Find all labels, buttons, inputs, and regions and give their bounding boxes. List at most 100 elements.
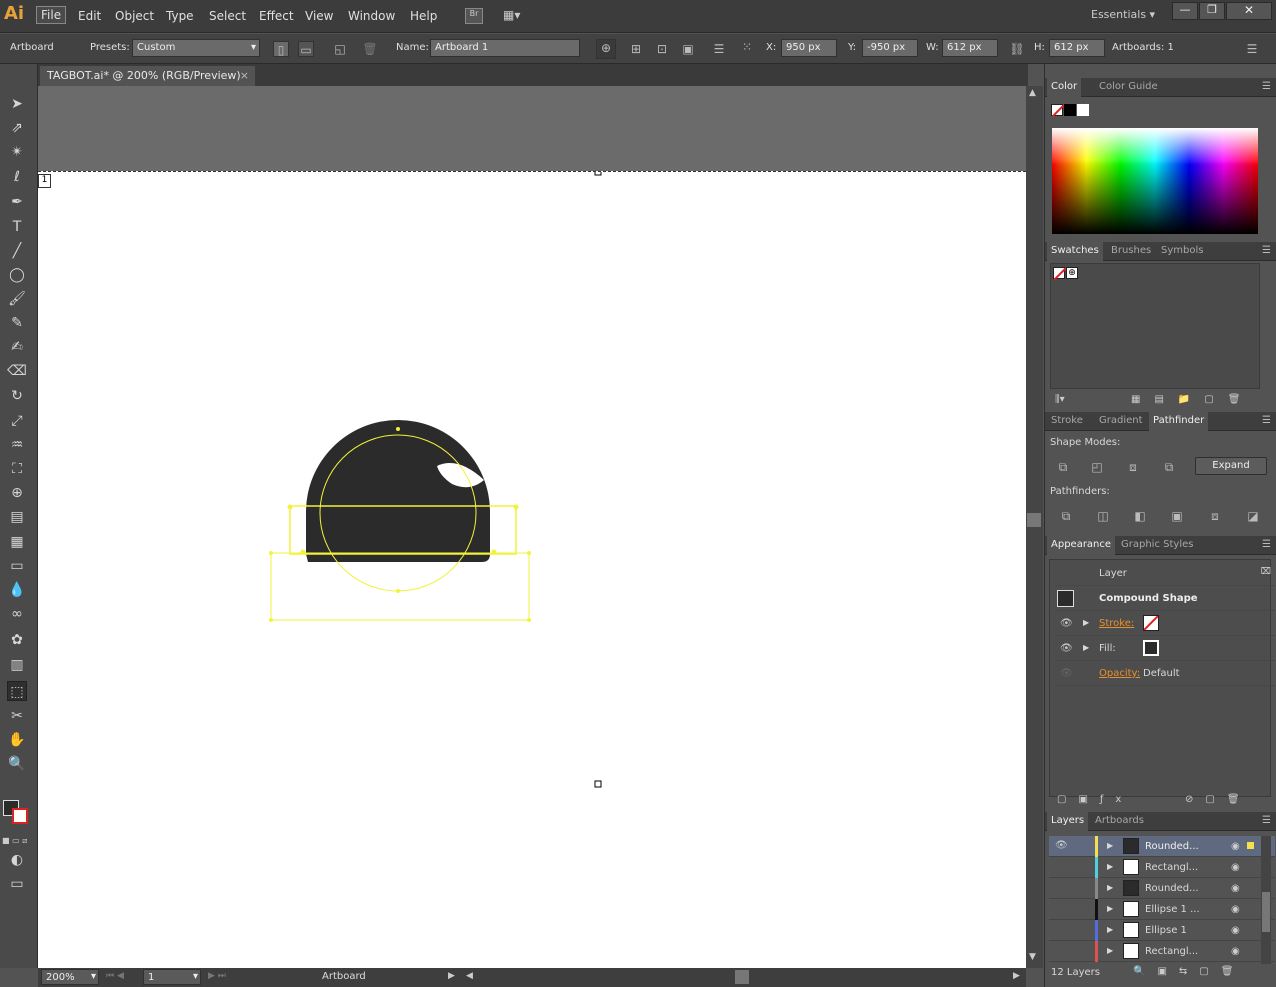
appearance-layer-row[interactable]: Layer ⌧ [1055,562,1275,586]
scroll-left-icon[interactable]: ◀ [466,971,473,981]
tab-graphic-styles[interactable]: Graphic Styles [1121,539,1193,550]
appearance-object-row[interactable]: Compound Shape [1055,587,1275,611]
pencil-tool-icon[interactable]: ✎ [7,313,27,333]
minus-front-icon[interactable]: ◰ [1089,459,1105,475]
tab-layers[interactable]: Layers [1047,812,1089,831]
scroll-down-icon[interactable]: ▼ [1029,952,1036,962]
layer-name[interactable]: Rectangl... [1145,862,1198,873]
tab-brushes[interactable]: Brushes [1111,245,1151,256]
layer-target-icon[interactable]: ◉ [1231,841,1240,852]
scroll-thumb[interactable] [1027,513,1041,527]
stroke-label[interactable]: Stroke: [1099,618,1134,629]
x-input[interactable]: 950 px [781,39,837,57]
rotate-tool-icon[interactable]: ↻ [7,386,27,406]
fill-swatch-thumb[interactable] [1143,640,1159,656]
menu-type[interactable]: Type [166,9,194,23]
clear-appearance-icon[interactable]: ⌧ [1261,567,1271,577]
blend-tool-icon[interactable]: ∞ [7,604,27,624]
pen-tool-icon[interactable]: ✒ [7,192,27,212]
tab-pathfinder[interactable]: Pathfinder [1149,412,1209,431]
artwork[interactable] [38,172,1026,969]
opacity-visibility-icon[interactable]: 👁 [1060,668,1073,679]
scroll-right-icon[interactable]: ▶ [1013,971,1020,981]
magic-wand-tool-icon[interactable]: ✴ [7,142,27,162]
layer-expand-icon[interactable]: ▶ [1107,946,1113,955]
control-panel-menu-icon[interactable]: ☰ [1244,41,1260,57]
delete-artboard-icon[interactable]: 🗑 [362,41,378,57]
portrait-icon[interactable]: ▯ [273,41,289,57]
reference-point-icon[interactable]: ⁙ [737,39,757,59]
blob-brush-tool-icon[interactable]: ✍ [7,337,27,357]
layer-name[interactable]: Rectangl... [1145,946,1198,957]
y-input[interactable]: -950 px [862,39,918,57]
artboard[interactable]: 1 [38,171,1026,968]
arrange-documents-icon[interactable]: ▦▾ [503,8,531,24]
menu-select[interactable]: Select [209,9,246,23]
registration-swatch-icon[interactable]: ⊕ [1066,267,1078,279]
ellipse-tool-icon[interactable]: ◯ [7,265,27,285]
document-tab[interactable]: TAGBOT.ai* @ 200% (RGB/Preview) × [40,66,255,86]
appearance-fill-row[interactable]: 👁 ▶ Fill: [1055,637,1275,661]
menu-effect[interactable]: Effect [259,9,294,23]
menu-view[interactable]: View [305,9,333,23]
menu-edit[interactable]: Edit [78,9,101,23]
layer-target-icon[interactable]: ◉ [1231,862,1240,873]
layer-expand-icon[interactable]: ▶ [1107,862,1113,871]
layer-target-icon[interactable]: ◉ [1231,946,1240,957]
new-artboard-icon[interactable]: ◱ [332,41,348,57]
layer-name[interactable]: Ellipse 1 ... [1145,904,1200,915]
hand-tool-icon[interactable]: ✋ [7,730,27,750]
selection-tool-icon[interactable]: ➤ [7,94,27,114]
layer-visibility-icon[interactable]: 👁 [1055,840,1068,851]
artboard-navigation-select[interactable]: 1 ▾ [143,969,201,985]
pasteboard[interactable] [38,86,1026,172]
tab-artboards[interactable]: Artboards [1095,815,1144,826]
intersect-icon[interactable]: ⧈ [1125,459,1141,475]
draw-mode-icon[interactable]: ◐ [7,850,27,870]
menu-window[interactable]: Window [348,9,395,23]
merge-icon[interactable]: ◧ [1132,508,1148,524]
tab-symbols[interactable]: Symbols [1161,245,1203,256]
layers-panel-menu-icon[interactable]: ☰ [1262,815,1271,826]
color-mode-icon[interactable]: ■ ▭ ⧄ [2,836,27,846]
layer-target-icon[interactable]: ◉ [1231,904,1240,915]
fill-expand-icon[interactable]: ▶ [1083,643,1089,652]
scroll-up-icon[interactable]: ▲ [1029,88,1036,98]
layer-row[interactable]: ▶ Rectangl... ◉ [1049,857,1275,878]
layer-expand-icon[interactable]: ▶ [1107,841,1113,850]
landscape-icon[interactable]: ▭ [298,41,314,57]
h-input[interactable]: 612 px [1049,39,1105,57]
gradient-tool-icon[interactable]: ▭ [7,556,27,576]
free-transform-tool-icon[interactable]: ⛶ [7,459,27,479]
artboard-options-icon[interactable]: ☰ [711,41,727,57]
mesh-tool-icon[interactable]: ▦ [7,532,27,552]
divide-icon[interactable]: ⧉ [1058,508,1074,524]
color-panel-menu-icon[interactable]: ☰ [1262,81,1271,92]
first-artboard-icon[interactable]: ⏮ ◀ [106,971,124,981]
fill-visibility-icon[interactable]: 👁 [1060,643,1073,654]
status-menu-icon[interactable]: ▶ [448,971,455,981]
vertical-scrollbar[interactable]: ▲ ▼ [1026,86,1043,968]
slice-tool-icon[interactable]: ✂ [7,706,27,726]
exclude-icon[interactable]: ⧉ [1161,459,1177,475]
tab-swatches[interactable]: Swatches [1047,242,1103,261]
trim-icon[interactable]: ◫ [1095,508,1111,524]
minimize-button[interactable]: — [1172,2,1198,20]
eyedropper-tool-icon[interactable]: 💧 [7,580,27,600]
layer-row[interactable]: ▶ Ellipse 1 ◉ [1049,920,1275,941]
screen-mode-icon[interactable]: ▭ [7,874,27,894]
last-artboard-icon[interactable]: ▶ ⏭ [208,971,226,981]
warp-tool-icon[interactable]: ♒ [7,435,27,455]
menu-object[interactable]: Object [115,9,154,23]
layers-scroll-thumb[interactable] [1262,892,1270,932]
shape-builder-tool-icon[interactable]: ⊕ [7,483,27,503]
layers-scrollbar[interactable] [1261,836,1271,964]
layer-target-icon[interactable]: ◉ [1231,883,1240,894]
lasso-tool-icon[interactable]: ℓ [7,167,27,187]
layer-row[interactable]: 👁 ▶ Rounded... ◉ [1049,836,1275,857]
layer-name[interactable]: Rounded... [1145,883,1199,894]
fill-label[interactable]: Fill: [1099,643,1116,654]
expand-button[interactable]: Expand [1195,457,1267,475]
layer-name[interactable]: Ellipse 1 [1145,925,1187,936]
artboard-name-input[interactable]: Artboard 1 [430,39,580,57]
